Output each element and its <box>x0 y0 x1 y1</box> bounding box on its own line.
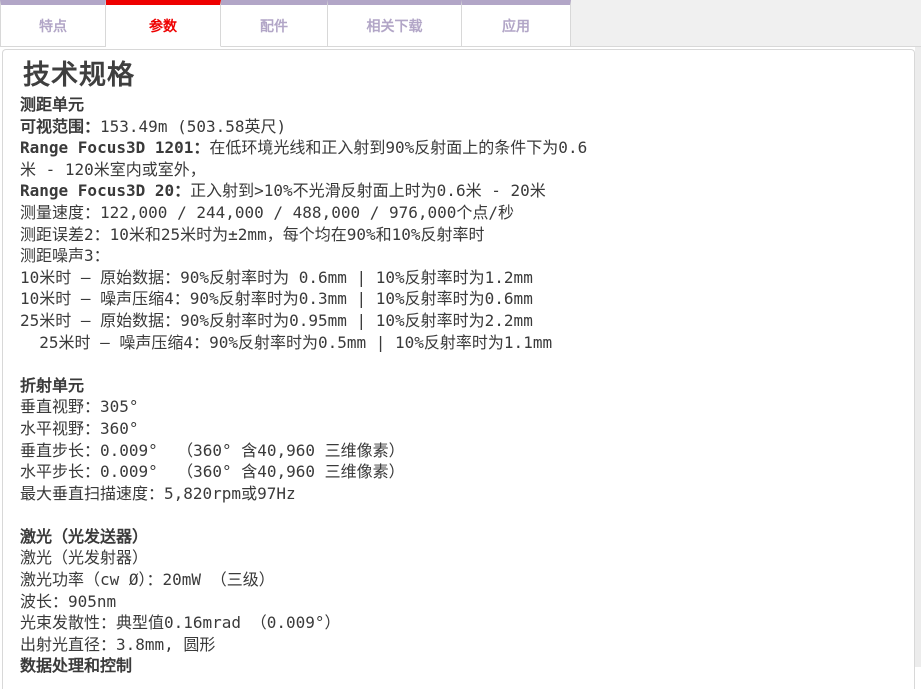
spec-line: 测量速度：122,000 / 244,000 / 488,000 / 976,0… <box>20 202 602 224</box>
spec-section-heading: 测距单元 <box>20 94 602 116</box>
spec-line: 10米时 – 噪声压缩4：90%反射率时为0.3mm | 10%反射率时为0.6… <box>20 288 602 310</box>
spec-line-label: 可视范围： <box>20 117 100 136</box>
tab-bar: 特点参数配件相关下载应用 <box>0 0 921 47</box>
spec-line-label: Range Focus3D 20： <box>20 181 190 200</box>
spec-line: 测距误差2：10米和25米时为±2mm，每个均在90%和10%反射率时 <box>20 224 602 246</box>
spec-line: 光束发散性：典型值0.16mrad （0.009°） <box>20 612 602 634</box>
spec-line: 水平步长：0.009° （360° 含40,960 三维像素） <box>20 461 602 483</box>
tab-accessories[interactable]: 配件 <box>221 0 328 47</box>
tab-applications[interactable]: 应用 <box>462 0 571 47</box>
spec-line-label: 激光（光发送器） <box>20 527 148 546</box>
spec-lines: 测距单元可视范围：153.49m (503.58英尺)Range Focus3D… <box>3 94 602 677</box>
tab-parameters[interactable]: 参数 <box>106 0 221 47</box>
spec-line: 出射光直径：3.8mm, 圆形 <box>20 634 602 656</box>
spec-line: 垂直步长：0.009° （360° 含40,960 三维像素） <box>20 440 602 462</box>
spec-line-label: 测距单元 <box>20 95 84 114</box>
spec-line: 水平视野：360° <box>20 418 602 440</box>
spec-line: 25米时 – 原始数据：90%反射率时为0.95mm | 10%反射率时为2.2… <box>20 310 602 332</box>
spec-line: 波长：905nm <box>20 591 602 613</box>
spec-section-heading: 折射单元 <box>20 375 602 397</box>
spec-line: 测距噪声3： <box>20 245 602 267</box>
spec-line-label: 数据处理和控制 <box>20 656 132 675</box>
tab-bar-filler <box>571 0 921 47</box>
spec-line: 10米时 – 原始数据：90%反射率时为 0.6mm | 10%反射率时为1.2… <box>20 267 602 289</box>
spec-line: 最大垂直扫描速度：5,820rpm或97Hz <box>20 483 602 505</box>
spec-section-heading: 数据处理和控制 <box>20 655 602 677</box>
spec-line: 激光（光发射器） <box>20 547 602 569</box>
spec-line: 垂直视野：305° <box>20 396 602 418</box>
spec-blank-line <box>20 504 602 526</box>
spec-blank-line <box>20 353 602 375</box>
spec-line: Range Focus3D 20：正入射到>10%不光滑反射面上时为0.6米 -… <box>20 180 602 202</box>
content-panel: 技术规格 测距单元可视范围：153.49m (503.58英尺)Range Fo… <box>2 49 915 689</box>
spec-line: 激光功率（cw Ø）：20mW （三级） <box>20 569 602 591</box>
spec-section-heading: 激光（光发送器） <box>20 526 602 548</box>
spec-line: 可视范围：153.49m (503.58英尺) <box>20 116 602 138</box>
page-right-gutter <box>915 47 921 667</box>
page-title: 技术规格 <box>23 61 914 91</box>
spec-line: Range Focus3D 1201：在低环境光线和正入射到90%反射面上的条件… <box>20 137 602 180</box>
spec-line-label: 折射单元 <box>20 376 84 395</box>
spec-line: 25米时 – 噪声压缩4：90%反射率时为0.5mm | 10%反射率时为1.1… <box>20 332 602 354</box>
spec-line-label: Range Focus3D 1201： <box>20 138 209 157</box>
tab-features[interactable]: 特点 <box>0 0 106 47</box>
tab-related-downloads[interactable]: 相关下载 <box>328 0 462 47</box>
